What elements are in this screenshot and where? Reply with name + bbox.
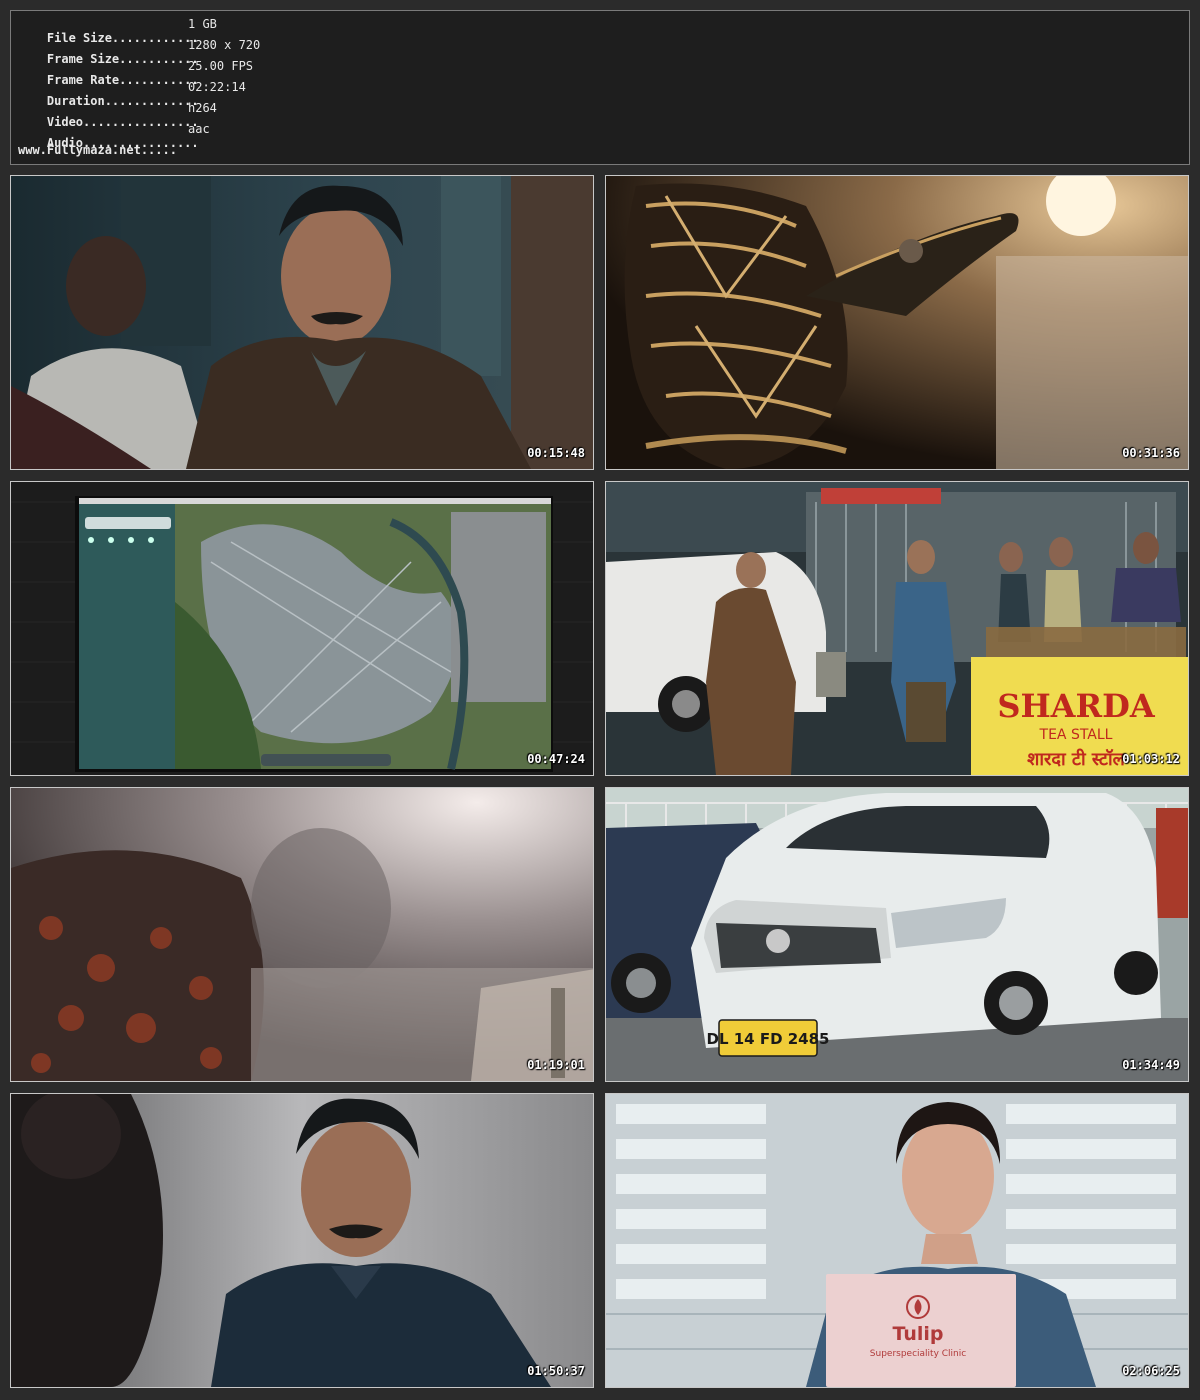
timestamp-label: 01:50:37 (527, 1364, 585, 1378)
thumbnail-4[interactable]: SHARDA TEA STALL शारदा टी स्टॉल 01:03:12 (605, 481, 1189, 776)
timestamp-label: 00:15:48 (527, 446, 585, 460)
thumbnail-3[interactable]: 00:47:24 (10, 481, 594, 776)
stall-sign-name: SHARDA (997, 687, 1156, 725)
timestamp-label: 01:03:12 (1122, 752, 1180, 766)
thumbnail-4-image: SHARDA TEA STALL शारदा टी स्टॉल (606, 482, 1188, 775)
stall-sign-hindi: शारदा टी स्टॉल (1027, 748, 1125, 770)
timestamp-label: 00:47:24 (527, 752, 585, 766)
thumbnail-2[interactable]: 00:31:36 (605, 175, 1189, 470)
info-value: 02:22:14 (188, 80, 246, 94)
thumbnail-5[interactable]: 01:19:01 (10, 787, 594, 1082)
thumbnail-8[interactable]: Tulip Superspeciality Clinic 02:06:25 (605, 1093, 1189, 1388)
info-value: 1 GB (188, 17, 217, 31)
timestamp-label: 00:31:36 (1122, 446, 1180, 460)
thumbnail-7[interactable]: 01:50:37 (10, 1093, 594, 1388)
info-value: aac (188, 122, 210, 136)
info-value: 1280 x 720 (188, 38, 261, 52)
thumbnail-5-image (11, 788, 593, 1081)
timestamp-label: 02:06:25 (1122, 1364, 1180, 1378)
info-value: h264 (188, 101, 217, 115)
thumbnail-3-image (11, 482, 593, 775)
license-plate: DL 14 FD 2485 (707, 1030, 830, 1048)
timestamp-label: 01:34:49 (1122, 1058, 1180, 1072)
site-footer-text: www.Fullymaza.net..... (18, 143, 177, 157)
clinic-name: Tulip (892, 1323, 943, 1345)
media-info-panel: File Size............ 1 GB Frame Size....… (10, 10, 1190, 165)
thumbnail-2-image (606, 176, 1188, 469)
thumbnail-1[interactable]: 00:15:48 (10, 175, 594, 470)
thumbnail-6-image: DL 14 FD 2485 (606, 788, 1188, 1081)
thumbnail-6[interactable]: DL 14 FD 2485 01:34:49 (605, 787, 1189, 1082)
stall-sign-sub: TEA STALL (1039, 727, 1113, 743)
info-value: 25.00 FPS (188, 59, 254, 73)
timestamp-label: 01:19:01 (527, 1058, 585, 1072)
thumbnail-8-image: Tulip Superspeciality Clinic (606, 1094, 1188, 1387)
thumbnail-1-image (11, 176, 593, 469)
thumbnail-7-image (11, 1094, 593, 1387)
clinic-subtitle: Superspeciality Clinic (870, 1349, 966, 1359)
